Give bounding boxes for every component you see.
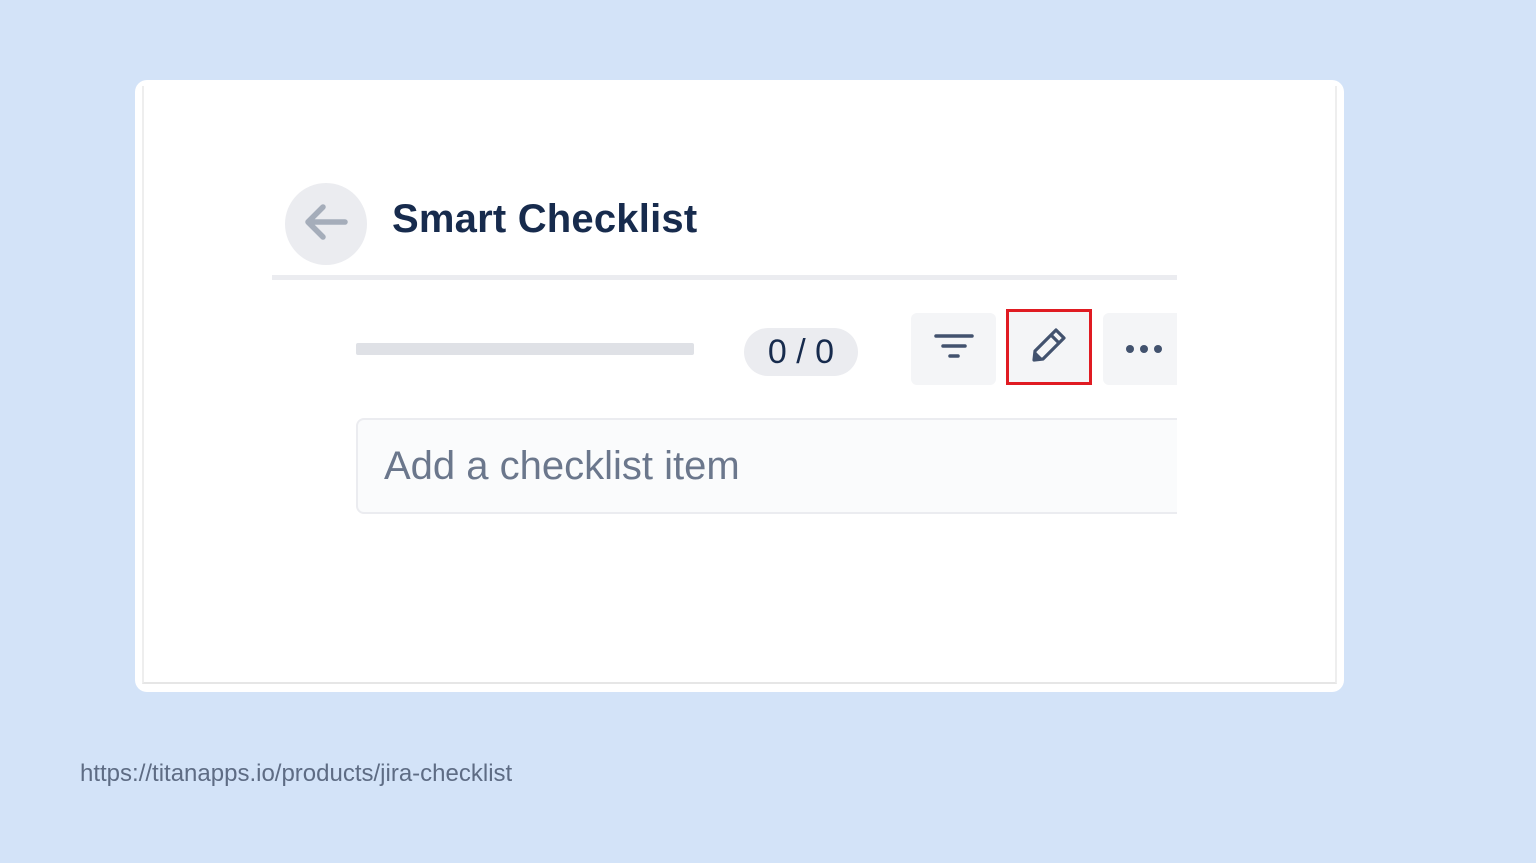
- screenshot-card: [135, 80, 1344, 692]
- header-divider: [272, 275, 1177, 280]
- back-button[interactable]: [285, 183, 367, 265]
- progress-bar: [356, 343, 694, 355]
- card-frame: [142, 86, 1337, 684]
- filter-button[interactable]: [911, 313, 996, 385]
- more-actions-button-wrapper: [1103, 313, 1177, 385]
- completed-count-badge: 0 / 0: [744, 328, 858, 376]
- filter-icon: [933, 332, 974, 367]
- source-url[interactable]: https://titanapps.io/products/jira-check…: [80, 760, 512, 788]
- add-item-wrapper: [356, 418, 1177, 514]
- add-checklist-item-input[interactable]: [356, 418, 1177, 514]
- arrow-left-icon: [303, 202, 349, 247]
- more-actions-button[interactable]: [1103, 313, 1177, 385]
- page-title: Smart Checklist: [392, 197, 698, 241]
- edit-checklist-button[interactable]: [1006, 309, 1092, 385]
- pencil-icon: [1029, 325, 1069, 370]
- page: Smart Checklist 0 / 0 Add a checklist it…: [0, 0, 1536, 863]
